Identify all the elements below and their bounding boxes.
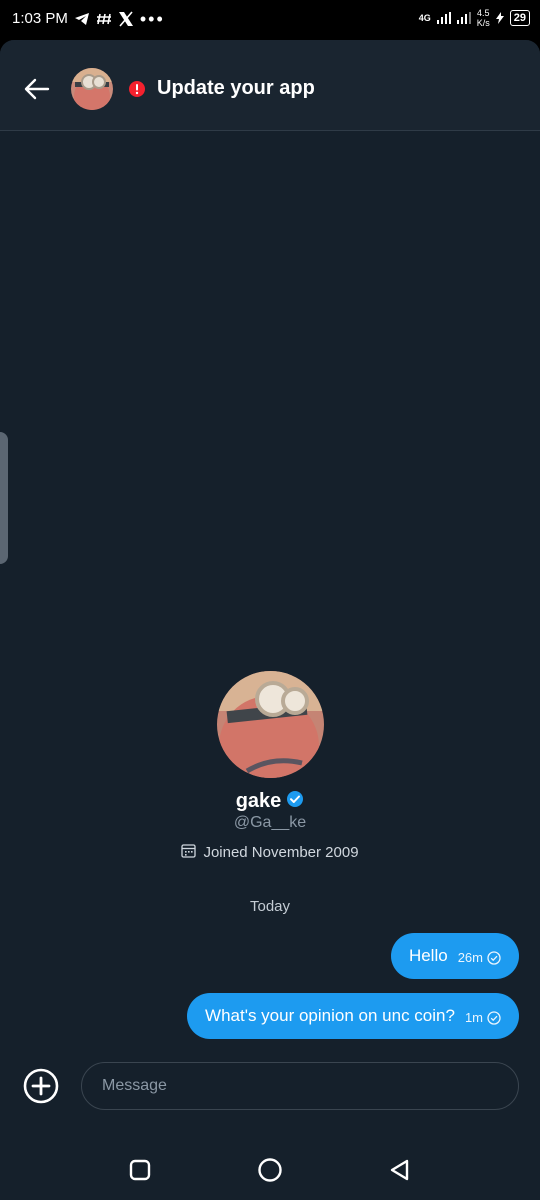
profile-avatar[interactable] [217, 671, 324, 778]
header-title[interactable]: Update your app [157, 77, 315, 100]
triangle-back-icon [390, 1159, 409, 1181]
status-bar-right: 4G 4.5 K/s 29 [419, 8, 530, 28]
profile-name-row: gake [0, 790, 540, 813]
add-attachment-button[interactable] [23, 1068, 59, 1104]
more-notifications-icon: ••• [139, 8, 165, 29]
network-type: 4G [418, 13, 431, 23]
charging-icon [495, 12, 504, 24]
chat-screen: Update your app gake @Ga__ke Joined Nove… [0, 40, 540, 1140]
alert-icon [129, 81, 145, 97]
message-composer [0, 1058, 540, 1140]
battery-level: 29 [509, 10, 530, 26]
message-text: What's your opinion on unc coin? [205, 1006, 455, 1025]
network-speed-unit: K/s [476, 18, 490, 28]
sent-check-icon [487, 950, 501, 965]
day-divider: Today [249, 898, 291, 915]
message-time: 26m [457, 950, 483, 965]
side-drawer-handle[interactable] [0, 432, 8, 564]
system-nav-bar [0, 1140, 540, 1200]
status-bar-left: 1:03 PM ••• [12, 8, 165, 29]
circle-icon [258, 1158, 282, 1182]
joined-text: Joined November 2009 [203, 844, 359, 861]
message-meta: 1m [465, 1010, 501, 1025]
message-bubble[interactable]: Hello 26m [390, 933, 519, 979]
message-meta: 26m [458, 950, 501, 965]
plus-circle-icon [23, 1068, 59, 1104]
signal-icon-2 [456, 12, 471, 24]
hashtag-icon [96, 13, 112, 25]
back-button[interactable] [20, 72, 54, 106]
signal-icon-1 [436, 12, 451, 24]
joined-info: Joined November 2009 [0, 843, 540, 862]
verified-badge-icon [286, 790, 304, 813]
back-arrow-icon [24, 78, 50, 100]
back-nav-button[interactable] [387, 1157, 413, 1183]
header-avatar[interactable] [71, 68, 113, 110]
status-bar: 1:03 PM ••• 4G 4.5 K/s 29 [0, 0, 540, 40]
telegram-icon [74, 12, 90, 26]
message-text: Hello [408, 946, 448, 965]
x-logo-icon [118, 10, 134, 27]
profile-handle: @Ga__ke [233, 814, 307, 831]
message-time: 1m [464, 1010, 483, 1025]
home-button[interactable] [257, 1157, 283, 1183]
network-speed: 4.5 K/s [477, 8, 490, 28]
recents-button[interactable] [127, 1157, 153, 1183]
chat-header: Update your app [0, 40, 540, 131]
network-speed-value: 4.5 [476, 8, 490, 18]
profile-name[interactable]: gake [236, 790, 282, 813]
calendar-icon [181, 843, 197, 862]
square-icon [129, 1159, 151, 1181]
message-bubble[interactable]: What's your opinion on unc coin? 1m [187, 993, 519, 1039]
sent-check-icon [487, 1010, 501, 1025]
message-input[interactable] [81, 1062, 519, 1110]
status-time: 1:03 PM [12, 10, 68, 27]
